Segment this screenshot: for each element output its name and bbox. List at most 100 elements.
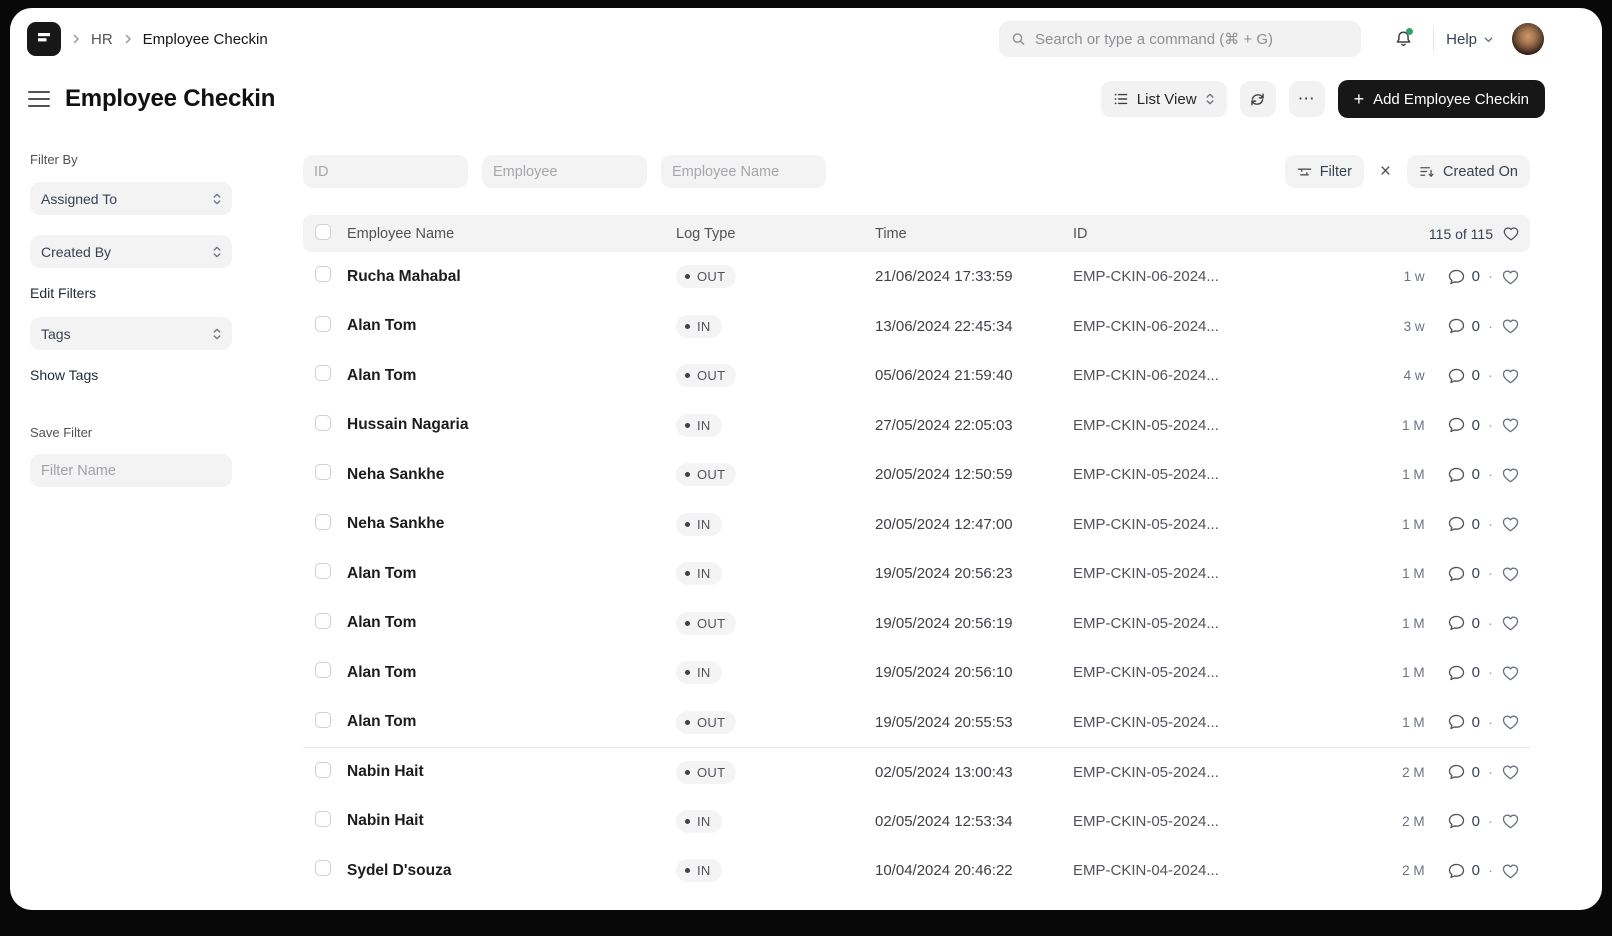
like-button[interactable] — [1501, 812, 1520, 830]
table-row[interactable]: Nabin Hait IN 02/05/2024 12:53:34 EMP-CK… — [303, 797, 1530, 847]
employee-name-cell[interactable]: Neha Sankhe — [347, 515, 676, 533]
employee-name-cell[interactable]: Alan Tom — [347, 713, 676, 731]
table-row[interactable]: Neha Sankhe OUT 20/05/2024 12:50:59 EMP-… — [303, 450, 1530, 500]
filter-name-input[interactable] — [30, 454, 232, 487]
row-checkbox[interactable] — [315, 563, 331, 579]
table-row[interactable]: Neha Sankhe IN 20/05/2024 12:47:00 EMP-C… — [303, 500, 1530, 550]
created-by-select[interactable]: Created By — [30, 235, 232, 268]
sort-button[interactable]: Created On — [1407, 155, 1530, 188]
table-row[interactable]: Nabin Hait OUT 02/05/2024 13:00:43 EMP-C… — [303, 747, 1530, 797]
table-row[interactable]: Alan Tom IN 19/05/2024 20:56:23 EMP-CKIN… — [303, 549, 1530, 599]
like-button[interactable] — [1501, 466, 1520, 484]
plus-icon: + — [1354, 90, 1365, 108]
row-checkbox[interactable] — [315, 365, 331, 381]
tags-select[interactable]: Tags — [30, 317, 232, 350]
row-checkbox[interactable] — [315, 415, 331, 431]
view-switcher-button[interactable]: List View — [1101, 81, 1227, 117]
like-button[interactable] — [1501, 664, 1520, 682]
row-checkbox[interactable] — [315, 662, 331, 678]
column-log-type[interactable]: Log Type — [676, 226, 875, 242]
log-type-label: OUT — [697, 368, 725, 383]
id-cell: EMP-CKIN-05-2024... — [1073, 813, 1343, 830]
like-button[interactable] — [1501, 268, 1520, 286]
comment-button[interactable] — [1447, 862, 1466, 880]
employee-name-cell[interactable]: Rucha Mahabal — [347, 268, 676, 286]
comment-button[interactable] — [1447, 367, 1466, 385]
filter-button[interactable]: Filter — [1285, 155, 1364, 188]
like-button[interactable] — [1501, 614, 1520, 632]
more-options-button[interactable]: ⋯ — [1289, 81, 1325, 117]
like-button[interactable] — [1501, 862, 1520, 880]
row-checkbox[interactable] — [315, 514, 331, 530]
clear-filter-button[interactable]: × — [1374, 160, 1397, 183]
employee-name-cell[interactable]: Alan Tom — [347, 664, 676, 682]
comment-button[interactable] — [1447, 565, 1466, 583]
row-checkbox[interactable] — [315, 464, 331, 480]
employee-name-filter-input[interactable] — [661, 155, 826, 188]
comment-button[interactable] — [1447, 466, 1466, 484]
like-button[interactable] — [1501, 763, 1520, 781]
comment-button[interactable] — [1447, 317, 1466, 335]
employee-name-cell[interactable]: Nabin Hait — [347, 812, 676, 830]
like-button[interactable] — [1501, 565, 1520, 583]
employee-name-cell[interactable]: Neha Sankhe — [347, 466, 676, 484]
column-employee-name[interactable]: Employee Name — [347, 226, 676, 242]
user-avatar[interactable] — [1512, 23, 1544, 55]
table-row[interactable]: Sydel D'souza IN 10/04/2024 20:46:22 EMP… — [303, 846, 1530, 896]
employee-name-cell[interactable]: Alan Tom — [347, 317, 676, 335]
row-checkbox[interactable] — [315, 860, 331, 876]
table-row[interactable]: Alan Tom IN 13/06/2024 22:45:34 EMP-CKIN… — [303, 302, 1530, 352]
employee-name-cell[interactable]: Alan Tom — [347, 614, 676, 632]
notifications-button[interactable] — [1385, 21, 1421, 57]
column-time[interactable]: Time — [875, 226, 1073, 242]
like-button[interactable] — [1501, 515, 1520, 533]
like-button[interactable] — [1501, 713, 1520, 731]
employee-name-cell[interactable]: Sydel D'souza — [347, 862, 676, 880]
add-employee-checkin-button[interactable]: + Add Employee Checkin — [1338, 80, 1545, 118]
breadcrumb-page[interactable]: Employee Checkin — [143, 31, 268, 48]
employee-name-cell[interactable]: Alan Tom — [347, 565, 676, 583]
search-input[interactable] — [1035, 31, 1349, 48]
breadcrumb-app[interactable]: HR — [91, 31, 113, 48]
comment-button[interactable] — [1447, 515, 1466, 533]
employee-filter-input[interactable] — [482, 155, 647, 188]
select-all-checkbox[interactable] — [315, 224, 331, 240]
row-checkbox[interactable] — [315, 712, 331, 728]
row-checkbox[interactable] — [315, 811, 331, 827]
row-checkbox[interactable] — [315, 316, 331, 332]
assigned-to-select[interactable]: Assigned To — [30, 182, 232, 215]
show-tags-link[interactable]: Show Tags — [30, 367, 98, 383]
row-checkbox[interactable] — [315, 613, 331, 629]
comment-button[interactable] — [1447, 664, 1466, 682]
refresh-button[interactable] — [1240, 81, 1276, 117]
like-button[interactable] — [1501, 416, 1520, 434]
table-row[interactable]: Rucha Mahabal OUT 21/06/2024 17:33:59 EM… — [303, 252, 1530, 302]
id-filter-input[interactable] — [303, 155, 468, 188]
column-id[interactable]: ID — [1073, 226, 1343, 242]
help-menu[interactable]: Help — [1446, 31, 1494, 48]
employee-name-cell[interactable]: Nabin Hait — [347, 763, 676, 781]
like-button[interactable] — [1501, 317, 1520, 335]
table-row[interactable]: Hussain Nagaria IN 27/05/2024 22:05:03 E… — [303, 401, 1530, 451]
heart-icon[interactable] — [1502, 225, 1520, 242]
table-row[interactable]: Alan Tom IN 19/05/2024 20:56:10 EMP-CKIN… — [303, 648, 1530, 698]
comment-button[interactable] — [1447, 416, 1466, 434]
table-row[interactable]: Alan Tom OUT 19/05/2024 20:55:53 EMP-CKI… — [303, 698, 1530, 748]
comment-count: 0 — [1472, 664, 1480, 681]
comment-button[interactable] — [1447, 268, 1466, 286]
sidebar-toggle-icon[interactable] — [28, 81, 50, 117]
row-checkbox[interactable] — [315, 266, 331, 282]
global-search[interactable] — [999, 21, 1361, 57]
comment-button[interactable] — [1447, 812, 1466, 830]
frappe-logo[interactable] — [27, 22, 61, 56]
employee-name-cell[interactable]: Alan Tom — [347, 367, 676, 385]
like-button[interactable] — [1501, 367, 1520, 385]
comment-button[interactable] — [1447, 763, 1466, 781]
comment-button[interactable] — [1447, 614, 1466, 632]
row-checkbox[interactable] — [315, 762, 331, 778]
edit-filters-link[interactable]: Edit Filters — [30, 285, 96, 301]
employee-name-cell[interactable]: Hussain Nagaria — [347, 416, 676, 434]
table-row[interactable]: Alan Tom OUT 05/06/2024 21:59:40 EMP-CKI… — [303, 351, 1530, 401]
table-row[interactable]: Alan Tom OUT 19/05/2024 20:56:19 EMP-CKI… — [303, 599, 1530, 649]
comment-button[interactable] — [1447, 713, 1466, 731]
